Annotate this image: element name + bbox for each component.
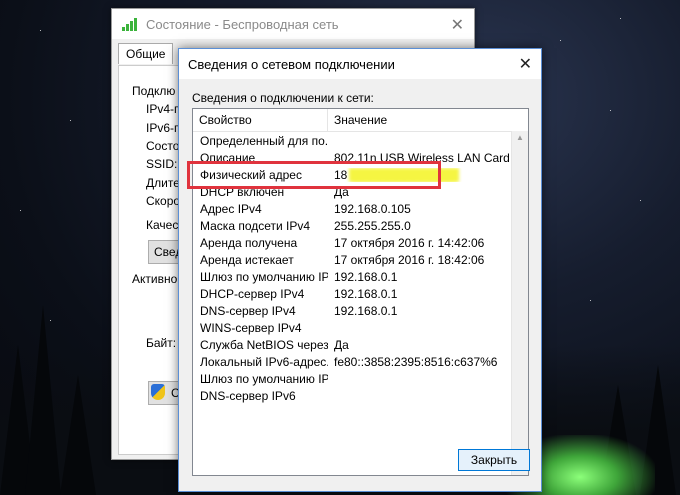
property-value: 192.168.0.105 [334,201,411,216]
vertical-scrollbar[interactable]: ▲ [511,131,528,475]
activity-section-label: Активно [132,272,178,286]
list-item[interactable]: DNS-сервер IPv6 [193,387,511,404]
property-name: Адрес IPv4 [200,201,262,216]
property-value: 255.255.255.0 [334,218,411,233]
property-name: Локальный IPv6-адрес... [200,354,328,369]
list-item[interactable]: WINS-сервер IPv4 [193,319,511,336]
details-list-label: Сведения о подключении к сети: [192,91,374,105]
column-header-property[interactable]: Свойство [193,109,328,131]
ssid-label: SSID: [146,157,178,171]
connection-section-label: Подклю [132,84,176,98]
list-item[interactable]: Адрес IPv4 192.168.0.105 [193,200,511,217]
wifi-signal-icon [122,17,140,31]
list-item[interactable]: Аренда истекает 17 октября 2016 г. 18:42:… [193,251,511,268]
list-item[interactable]: Шлюз по умолчанию IP... [193,370,511,387]
bytes-label: Байт: [146,336,177,350]
speed-label: Скоро [146,194,181,208]
status-window-title: Состояние - Беспроводная сеть [146,16,339,32]
property-name: Шлюз по умолчанию IP... [200,269,328,284]
scroll-up-icon[interactable]: ▲ [516,133,524,142]
property-value: 17 октября 2016 г. 14:42:06 [334,235,485,250]
status-close-icon[interactable]: ✕ [451,15,464,35]
property-value: fe80::3858:2395:8516:c637%6 [334,354,498,369]
property-name: Определенный для по... [200,133,328,148]
signal-quality-label: Качес [146,218,179,232]
uac-shield-icon [151,384,165,400]
property-name: DHCP-сервер IPv4 [200,286,305,301]
media-state-label: Состо [146,139,180,153]
duration-label: Длите [146,176,180,190]
close-button[interactable]: Закрыть [458,449,530,471]
property-name: Аренда получена [200,235,298,250]
dialog-title: Сведения о сетевом подключении [188,56,395,72]
mac-address-highlight [187,161,441,189]
dialog-close-icon[interactable]: ✕ [519,54,532,74]
property-name: Служба NetBIOS через... [200,337,328,352]
property-name: Аренда истекает [200,252,294,267]
list-item[interactable]: Локальный IPv6-адрес... fe80::3858:2395:8… [193,353,511,370]
property-value: 192.168.0.1 [334,269,398,284]
ipv6-connectivity-label: IPv6-п [146,121,181,135]
list-item[interactable]: Маска подсети IPv4 255.255.255.0 [193,217,511,234]
list-item[interactable]: Служба NetBIOS через... Да [193,336,511,353]
network-details-dialog: Сведения о сетевом подключении ✕ Сведени… [178,48,542,492]
tab-general[interactable]: Общие [118,43,174,64]
property-name: Маска подсети IPv4 [200,218,311,233]
status-window-titlebar: Состояние - Беспроводная сеть ✕ [112,9,474,39]
list-item[interactable]: DNS-сервер IPv4 192.168.0.1 [193,302,511,319]
list-item[interactable]: Аренда получена 17 октября 2016 г. 14:42:… [193,234,511,251]
property-value: 192.168.0.1 [334,303,398,318]
list-item[interactable]: Шлюз по умолчанию IP... 192.168.0.1 [193,268,511,285]
dialog-titlebar: Сведения о сетевом подключении ✕ [179,49,541,79]
property-value: 192.168.0.1 [334,286,398,301]
list-header: Свойство Значение [193,109,528,132]
list-item[interactable]: Определенный для по... [193,132,511,149]
property-name: DNS-сервер IPv4 [200,303,296,318]
ipv4-connectivity-label: IPv4-п [146,102,181,116]
property-name: DNS-сервер IPv6 [200,388,296,403]
property-value: 17 октября 2016 г. 18:42:06 [334,252,485,267]
property-name: Шлюз по умолчанию IP... [200,371,328,386]
property-value: Да [334,337,349,352]
column-header-value[interactable]: Значение [328,109,528,131]
property-name: WINS-сервер IPv4 [200,320,302,335]
list-item[interactable]: DHCP-сервер IPv4 192.168.0.1 [193,285,511,302]
